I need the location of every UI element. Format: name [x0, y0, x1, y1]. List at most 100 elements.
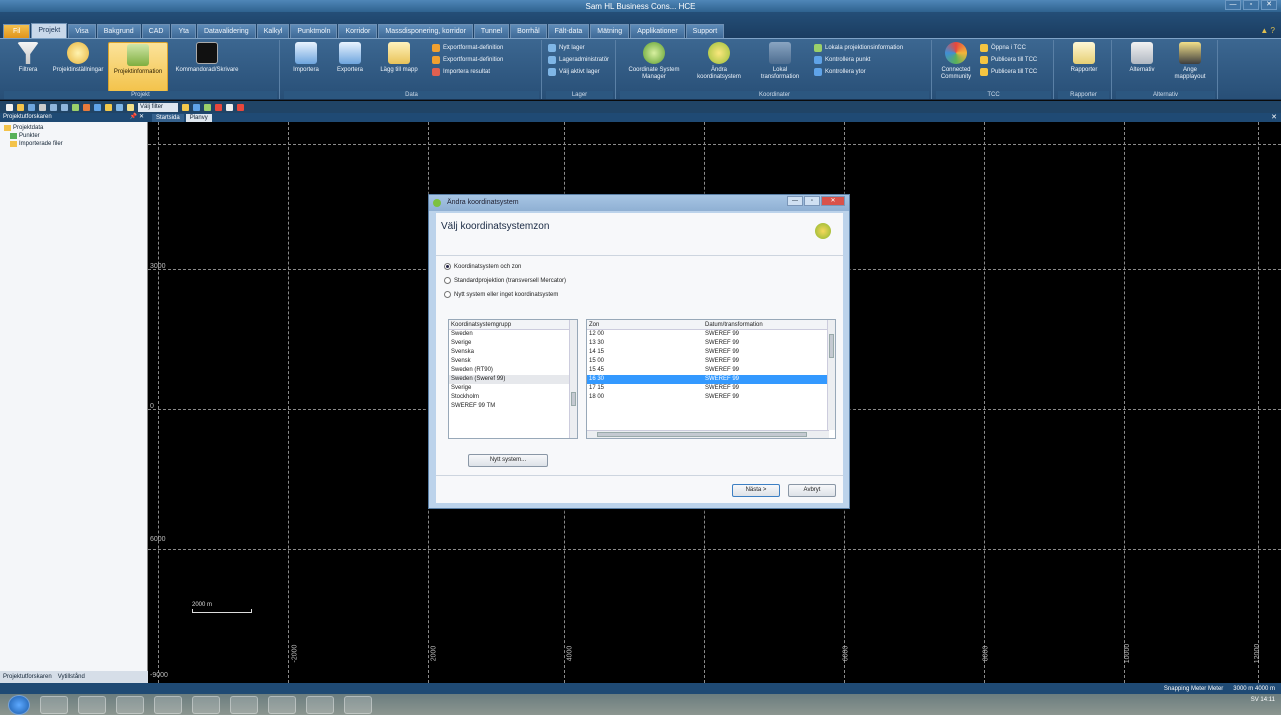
table-row[interactable]: 17 15 SWEREF 99: [587, 384, 835, 393]
taskbar-ie-icon[interactable]: [40, 695, 68, 714]
taskbar-app-icon[interactable]: [154, 695, 182, 714]
import-button[interactable]: Importera: [286, 42, 326, 74]
minimize-button[interactable]: —: [1225, 0, 1241, 10]
tree-item-importerade-filer[interactable]: Importerade filer: [4, 140, 143, 148]
taskbar-explorer-icon[interactable]: [78, 695, 106, 714]
horizontal-scrollbar[interactable]: [587, 430, 829, 438]
publish-tcc-2[interactable]: Publicera till TCC: [980, 68, 1037, 76]
table-row[interactable]: 15 00 SWEREF 99: [587, 357, 835, 366]
options-button[interactable]: Alternativ: [1120, 42, 1164, 74]
scrollbar-thumb[interactable]: [571, 392, 576, 406]
clock[interactable]: 14:11: [1260, 697, 1275, 703]
line-icon[interactable]: [193, 103, 200, 111]
list-item[interactable]: Svensk: [449, 357, 577, 366]
tab-borrhal[interactable]: Borrhål: [510, 24, 547, 38]
open-icon[interactable]: [17, 103, 24, 111]
select-icon[interactable]: [94, 103, 101, 111]
table-row[interactable]: 13 30 SWEREF 99: [587, 339, 835, 348]
check-surfaces[interactable]: Kontrollera ytor: [814, 68, 866, 76]
tab-projektutforskaren[interactable]: Projektutforskaren: [3, 674, 52, 680]
taskbar-app-icon[interactable]: [306, 695, 334, 714]
command-line-button[interactable]: Kommandorad/Skrivare: [174, 42, 240, 74]
text-icon[interactable]: [226, 103, 233, 111]
table-row[interactable]: 15 45 SWEREF 99: [587, 366, 835, 375]
export-format-def-2[interactable]: Exportformat-definition: [432, 56, 503, 64]
save-icon[interactable]: [28, 103, 35, 111]
tab-yta[interactable]: Yta: [171, 24, 196, 38]
radio-default-projection[interactable]: Standardprojektion (transversell Mercato…: [444, 277, 566, 284]
radio-no-coordinate-system[interactable]: Nytt system eller inget koordinatsystem: [444, 291, 558, 298]
tab-datavalidering[interactable]: Datavalidering: [196, 24, 256, 38]
vertical-scrollbar[interactable]: [827, 320, 835, 430]
local-transformation-button[interactable]: Lokal transformation: [754, 42, 806, 81]
taskbar-app-icon[interactable]: [344, 695, 372, 714]
zone-list[interactable]: Zon Datum/transformation 12 00 SWEREF 99 …: [586, 319, 836, 439]
undo-icon[interactable]: [50, 103, 57, 111]
tab-startsida[interactable]: Startsida: [152, 113, 184, 122]
reports-button[interactable]: Rapporter: [1062, 42, 1106, 74]
new-system-button[interactable]: Nytt system...: [468, 454, 548, 467]
snap-icon[interactable]: [182, 103, 189, 111]
tab-tunnel[interactable]: Tunnel: [473, 24, 510, 38]
local-projection-info[interactable]: Lokala projektionsinformation: [814, 44, 903, 52]
table-row[interactable]: 18 00 SWEREF 99: [587, 393, 835, 402]
import-results[interactable]: Importera resultat: [432, 68, 490, 76]
taskbar-chrome-icon[interactable]: [116, 695, 144, 714]
scrollbar-thumb[interactable]: [597, 432, 807, 437]
list-item[interactable]: Sweden (RT90): [449, 366, 577, 375]
coordinate-system-group-list[interactable]: Koordinatsystemgrupp Sweden Sverige Sven…: [448, 319, 578, 439]
tab-projekt[interactable]: Projekt: [31, 23, 68, 38]
list-item[interactable]: Sweden: [449, 330, 577, 339]
layer-icon[interactable]: [116, 103, 123, 111]
start-button[interactable]: [8, 694, 30, 715]
tab-applikationer[interactable]: Applikationer: [630, 24, 685, 38]
tab-massdisponering[interactable]: Massdisponering, korridor: [378, 24, 473, 38]
tab-planvy[interactable]: Planvy: [185, 113, 212, 122]
tab-vytillstand[interactable]: Vytillstånd: [58, 674, 85, 680]
list-item-selected[interactable]: Sweden (Sweref 99): [449, 375, 577, 384]
taskbar-app-icon[interactable]: [192, 695, 220, 714]
maximize-button[interactable]: ▫: [1243, 0, 1259, 10]
table-row[interactable]: 12 00 SWEREF 99: [587, 330, 835, 339]
vertical-scrollbar[interactable]: [569, 320, 577, 438]
tab-cad[interactable]: CAD: [141, 24, 171, 38]
tab-kalkyl[interactable]: Kalkyl: [256, 24, 290, 38]
point-icon[interactable]: [215, 103, 222, 111]
arc-icon[interactable]: [204, 103, 211, 111]
tab-bakgrund[interactable]: Bakgrund: [96, 24, 141, 38]
delete-icon[interactable]: [237, 103, 244, 111]
publish-tcc-1[interactable]: Publicera till TCC: [980, 56, 1037, 64]
connected-community-button[interactable]: Connected Community: [936, 42, 976, 81]
tab-korridor[interactable]: Korridor: [338, 24, 378, 38]
tab-faltdata[interactable]: Fält-data: [547, 24, 590, 38]
dialog-minimize-button[interactable]: —: [787, 196, 803, 206]
measure-icon[interactable]: [105, 103, 112, 111]
new-icon[interactable]: [6, 103, 13, 111]
filter-button[interactable]: Filtrera: [8, 42, 48, 74]
layer-admin[interactable]: Lageradministratör: [548, 56, 609, 64]
help-icon[interactable]: ▲ ?: [1260, 26, 1275, 35]
tab-punktmoln[interactable]: Punktmoln: [290, 24, 338, 38]
redo-icon[interactable]: [61, 103, 68, 111]
close-tab-icon[interactable]: ✕: [1271, 113, 1277, 121]
select-active-layer[interactable]: Välj aktivt lager: [548, 68, 600, 76]
list-item[interactable]: Sverige: [449, 339, 577, 348]
close-button[interactable]: ✕: [1261, 0, 1277, 10]
export-format-def-1[interactable]: Exportformat-definition: [432, 44, 503, 52]
language-indicator[interactable]: SV: [1251, 697, 1259, 703]
table-row[interactable]: 14 15 SWEREF 99: [587, 348, 835, 357]
list-item[interactable]: Stockholm: [449, 393, 577, 402]
change-coordinate-system-button[interactable]: Ändra koordinatsystem: [690, 42, 748, 81]
project-info-button[interactable]: Projektinformation: [108, 42, 168, 92]
grid-icon[interactable]: [127, 103, 134, 111]
table-row-selected[interactable]: 16 30 SWEREF 99: [587, 375, 835, 384]
new-layer[interactable]: Nytt lager: [548, 44, 585, 52]
map-layout-button[interactable]: Ange mapplayout: [1168, 42, 1212, 81]
dialog-close-button[interactable]: ✕: [821, 196, 845, 206]
zoom-icon[interactable]: [72, 103, 79, 111]
taskbar-app-icon[interactable]: [268, 695, 296, 714]
tree-item-punkter[interactable]: Punkter: [4, 132, 143, 140]
pin-close-icon[interactable]: 📌 ✕: [130, 113, 144, 122]
print-icon[interactable]: [39, 103, 46, 111]
coordinate-system-manager-button[interactable]: Coordinate System Manager: [624, 42, 684, 81]
